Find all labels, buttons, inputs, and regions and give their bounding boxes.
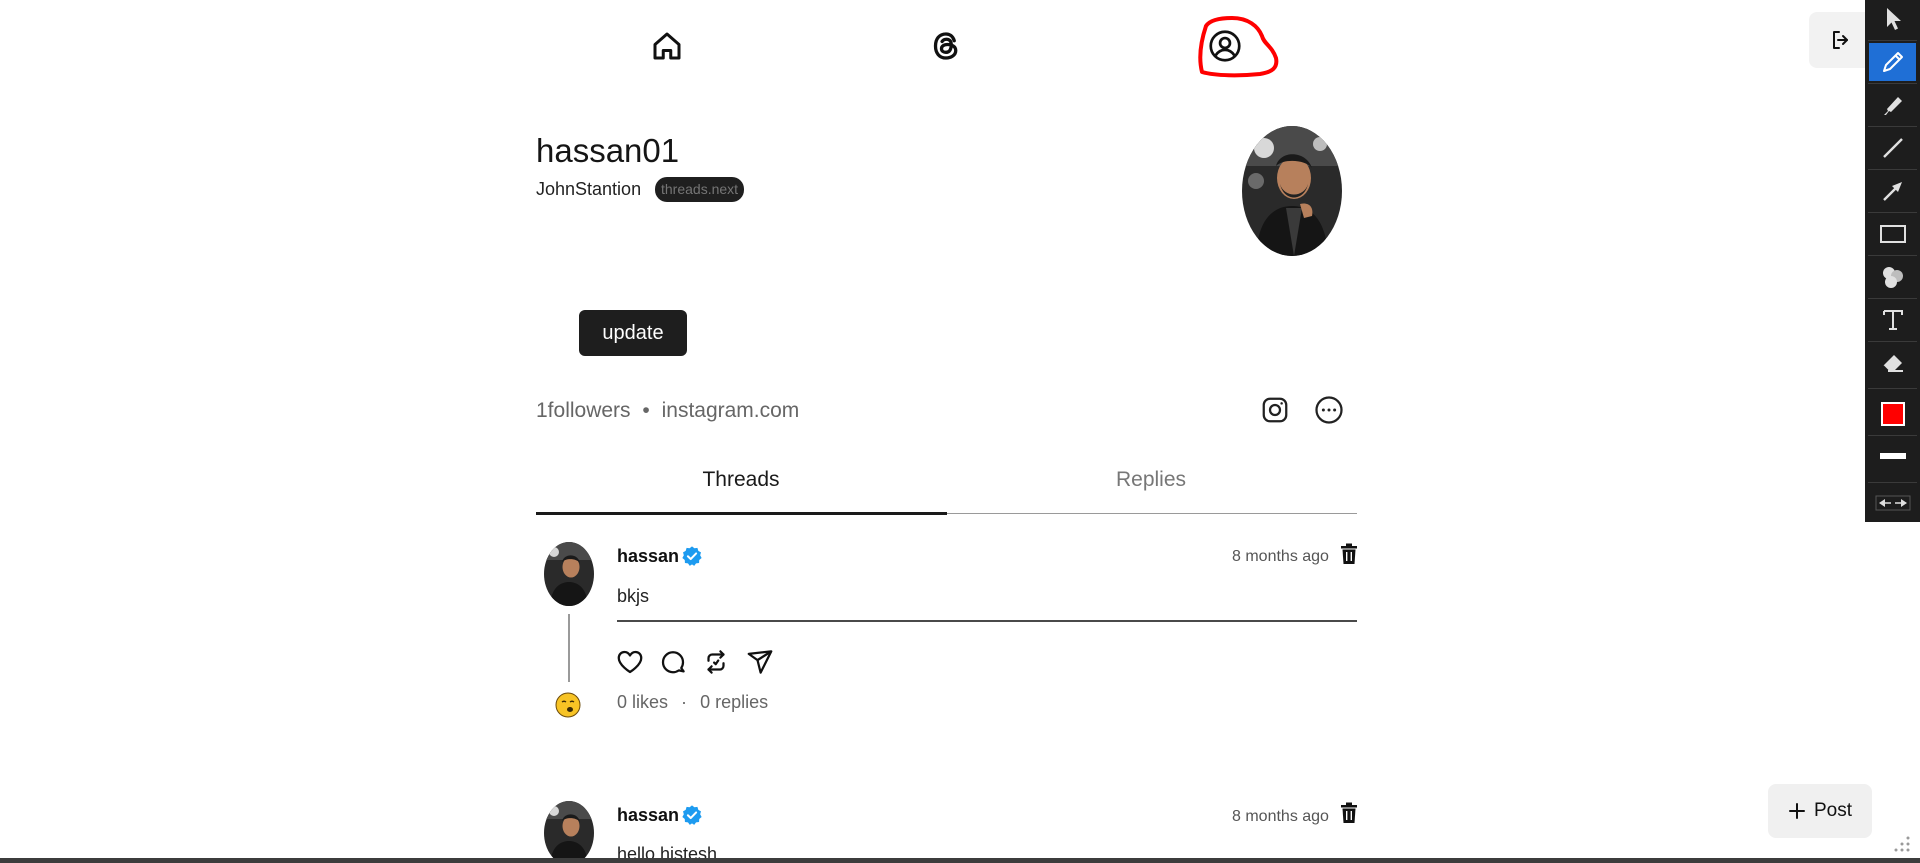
post-divider — [617, 620, 1357, 622]
line-icon[interactable] — [1869, 129, 1916, 167]
post-button-label: Post — [1813, 800, 1853, 821]
post-text: bkjs — [617, 586, 650, 606]
profile-username: hassan01 — [536, 132, 680, 169]
profile-stats: 1followers • instagram.com — [536, 399, 799, 423]
post-timestamp: 8 months ago — [1232, 548, 1329, 565]
eraser-icon[interactable] — [1869, 344, 1916, 382]
heart-icon[interactable] — [615, 647, 645, 677]
arrow-icon[interactable] — [1869, 172, 1916, 210]
thread-line — [568, 614, 570, 682]
resize-arrows-icon[interactable] — [1869, 488, 1916, 518]
post-timestamp: 8 months ago — [1232, 808, 1329, 825]
rectangle-icon[interactable] — [1869, 215, 1916, 253]
cursor-icon[interactable] — [1869, 0, 1916, 38]
post-avatar[interactable] — [544, 801, 594, 863]
resize-grip-icon[interactable] — [1892, 834, 1912, 854]
logout-button[interactable] — [1809, 12, 1873, 68]
annotation-circle — [1198, 16, 1279, 78]
tab-threads[interactable]: Threads — [536, 468, 946, 492]
text-icon[interactable] — [1869, 301, 1916, 339]
new-post-button[interactable]: Post — [1768, 784, 1872, 838]
tab-active-indicator — [536, 512, 947, 515]
comment-icon[interactable] — [658, 647, 688, 677]
profile-full-name: JohnStantion — [536, 179, 642, 199]
plus-icon — [1788, 803, 1805, 819]
post-engagement: 0 likes · 0 replies — [617, 692, 768, 713]
home-icon[interactable] — [649, 28, 685, 64]
replies-count[interactable]: 0 replies — [700, 692, 768, 712]
threads-logo-icon[interactable] — [928, 28, 964, 64]
profile-link[interactable]: instagram.com — [662, 399, 800, 422]
post-username[interactable]: hassan — [617, 805, 679, 826]
domain-badge: threads.next — [655, 177, 745, 202]
color-swatch[interactable] — [1869, 395, 1916, 433]
tab-replies[interactable]: Replies — [946, 468, 1356, 492]
meta-separator: · — [681, 692, 688, 712]
update-button[interactable]: update — [579, 310, 687, 356]
stats-separator: • — [642, 399, 650, 422]
profile-avatar — [1242, 126, 1342, 256]
followers-count[interactable]: 1followers — [536, 399, 631, 422]
post-username[interactable]: hassan — [617, 546, 679, 567]
trash-icon[interactable] — [1339, 543, 1359, 565]
counter-icon[interactable] — [1869, 258, 1916, 296]
likes-count[interactable]: 0 likes — [617, 692, 668, 712]
instagram-icon[interactable] — [1260, 395, 1290, 425]
trash-icon[interactable] — [1339, 802, 1359, 824]
stroke-width-icon[interactable] — [1869, 437, 1916, 475]
logout-icon — [1833, 31, 1848, 49]
marker-icon[interactable] — [1869, 86, 1916, 124]
emoji-avatar-icon — [555, 692, 581, 718]
share-icon[interactable] — [745, 647, 775, 677]
more-icon[interactable] — [1314, 395, 1344, 425]
window-bottom-edge — [0, 858, 1920, 863]
pen-icon[interactable] — [1869, 43, 1916, 81]
verified-badge-icon — [682, 546, 702, 566]
repost-icon[interactable] — [701, 647, 731, 677]
post-avatar[interactable] — [544, 542, 594, 606]
annotation-toolbar — [1865, 0, 1920, 522]
verified-badge-icon — [682, 805, 702, 825]
